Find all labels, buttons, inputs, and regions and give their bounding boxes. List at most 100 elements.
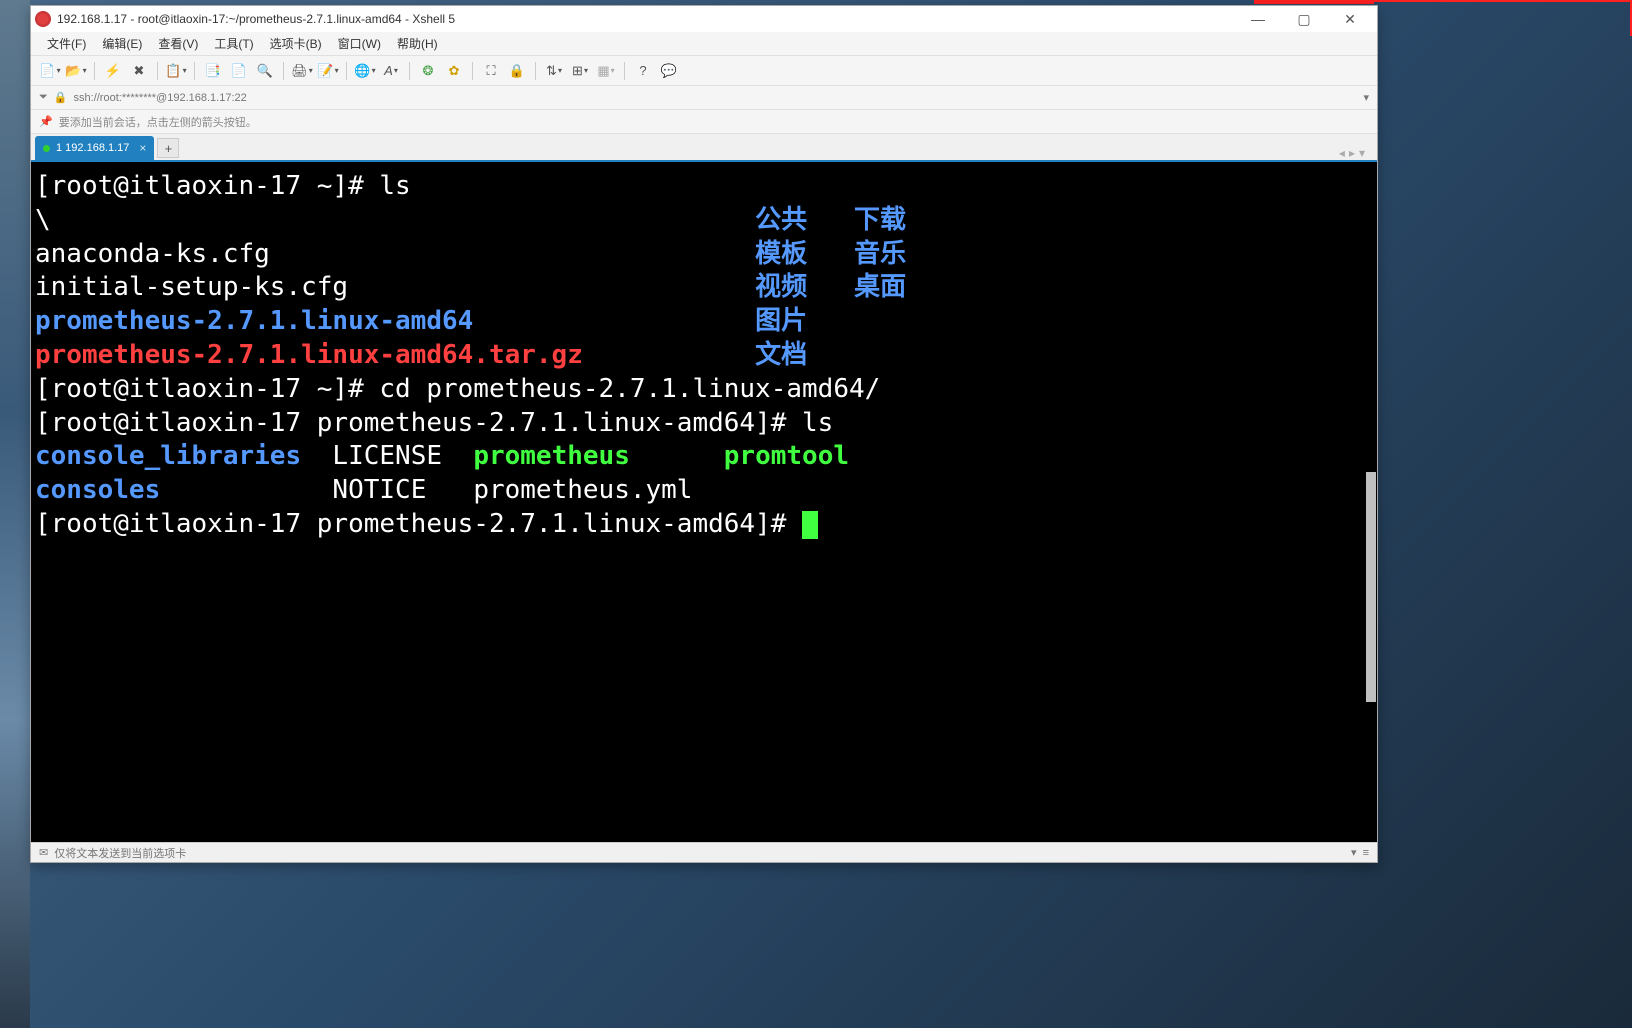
prompt: [root@itlaoxin-17 prometheus-2.7.1.linux…: [35, 509, 802, 539]
prompt: [root@itlaoxin-17 ~]#: [35, 374, 379, 404]
feedback-button[interactable]: 💬: [658, 60, 680, 82]
ls-dir-template: 模板: [755, 239, 807, 269]
transfer-button[interactable]: ⇅: [543, 60, 565, 82]
paste-button[interactable]: 📄: [228, 60, 250, 82]
lock-button[interactable]: 🔒: [506, 60, 528, 82]
window-controls: — ▢ ✕: [1235, 6, 1373, 32]
log-button[interactable]: 📝: [317, 60, 339, 82]
toolbar-sep: [283, 62, 284, 80]
toolbar-sep: [194, 62, 195, 80]
disconnect-button[interactable]: ✖: [128, 60, 150, 82]
ls2-notice: NOTICE: [332, 475, 426, 505]
new-tab-button[interactable]: +: [157, 138, 179, 158]
pin-icon[interactable]: 📌: [39, 115, 53, 128]
highlight-button[interactable]: ✿: [443, 60, 465, 82]
find-button[interactable]: 🔍: [254, 60, 276, 82]
ls2-consoles: consoles: [35, 475, 160, 505]
terminal-area[interactable]: [root@itlaoxin-17 ~]# ls \ 公共 下载 anacond…: [31, 162, 1377, 842]
ls2-license: LICENSE: [332, 441, 442, 471]
hint-text: 要添加当前会话，点击左侧的箭头按钮。: [59, 114, 257, 130]
font-button[interactable]: A: [380, 60, 402, 82]
toolbar-sep: [472, 62, 473, 80]
menu-help[interactable]: 帮助(H): [389, 33, 446, 54]
tabbar-nav: ◂ ▸ ▾: [1339, 146, 1373, 160]
maximize-button[interactable]: ▢: [1281, 6, 1327, 32]
prompt: [root@itlaoxin-17 ~]#: [35, 171, 379, 201]
highlight-overlay-2: [1374, 0, 1632, 36]
menu-tabs[interactable]: 选项卡(B): [262, 33, 330, 54]
open-session-button[interactable]: 📂: [65, 60, 87, 82]
address-text[interactable]: ssh://root:********@192.168.1.17:22: [74, 92, 247, 104]
new-session-button[interactable]: 📄: [39, 60, 61, 82]
tab-next-icon[interactable]: ▸: [1349, 146, 1355, 160]
toolbar-sep: [157, 62, 158, 80]
ls-backslash: \: [35, 205, 51, 235]
close-button[interactable]: ✕: [1327, 6, 1373, 32]
statusbar-menu-icon[interactable]: ▾: [1351, 846, 1357, 859]
ls2-promyml: prometheus.yml: [473, 475, 692, 505]
statusbar-icon: ✉: [39, 846, 48, 859]
session-tab[interactable]: 1 192.168.1.17 ×: [35, 136, 154, 160]
toolbar: 📄 📂 ⚡ ✖ 📋 📑 📄 🔍 🖨 📝 🌐 A ❂ ✿ ⛶ 🔒 ⇅ ⊞ ▦ ? …: [31, 56, 1377, 86]
ls-dir-public: 公共: [755, 205, 807, 235]
lock-icon: 🔒: [54, 91, 68, 104]
ls-dir-document: 文档: [755, 340, 807, 370]
tab-label: 1 192.168.1.17: [56, 142, 129, 154]
tab-close-icon[interactable]: ×: [139, 141, 146, 155]
ls-dir-desktop: 桌面: [854, 272, 906, 302]
tab-list-icon[interactable]: ▾: [1359, 146, 1365, 160]
status-dot-icon: [43, 145, 50, 152]
ls2-prometheus: prometheus: [473, 441, 630, 471]
toolbar-sep: [94, 62, 95, 80]
prompt: [root@itlaoxin-17 prometheus-2.7.1.linux…: [35, 408, 802, 438]
ls-initial: initial-setup-ks.cfg: [35, 272, 348, 302]
ls-promtar: prometheus-2.7.1.linux-amd64.tar.gz: [35, 340, 583, 370]
copy-button[interactable]: 📑: [202, 60, 224, 82]
print-button[interactable]: 🖨: [291, 60, 313, 82]
hint-bar: 📌 要添加当前会话，点击左侧的箭头按钮。: [31, 110, 1377, 134]
ls-dir-music: 音乐: [854, 239, 906, 269]
cmd-ls2: ls: [802, 408, 833, 438]
colors-button[interactable]: ❂: [417, 60, 439, 82]
cmd-ls: ls: [379, 171, 410, 201]
addr-dropdown-icon[interactable]: ▾: [1363, 91, 1369, 104]
globe-button[interactable]: 🌐: [354, 60, 376, 82]
cmd-cd: cd prometheus-2.7.1.linux-amd64/: [379, 374, 880, 404]
menu-window[interactable]: 窗口(W): [330, 33, 389, 54]
toolbar-sep: [535, 62, 536, 80]
window-title: 192.168.1.17 - root@itlaoxin-17:~/promet…: [57, 12, 1235, 26]
menu-edit[interactable]: 编辑(E): [94, 33, 150, 54]
ls-dir-video: 视频: [755, 272, 807, 302]
help-button[interactable]: ?: [632, 60, 654, 82]
ls2-promtool: promtool: [724, 441, 849, 471]
desktop-wallpaper: [0, 0, 30, 1028]
menu-file[interactable]: 文件(F): [39, 33, 94, 54]
app-icon: [35, 11, 51, 27]
toolbar-sep: [624, 62, 625, 80]
arrange-button[interactable]: ▦: [595, 60, 617, 82]
statusbar-grip-icon: ≡: [1363, 847, 1369, 859]
menubar: 文件(F) 编辑(E) 查看(V) 工具(T) 选项卡(B) 窗口(W) 帮助(…: [31, 32, 1377, 56]
ls-promdir: prometheus-2.7.1.linux-amd64: [35, 306, 473, 336]
statusbar-text: 仅将文本发送到当前选项卡: [54, 845, 186, 861]
scrollbar-thumb[interactable]: [1366, 472, 1376, 702]
reconnect-button[interactable]: ⚡: [102, 60, 124, 82]
fullscreen-button[interactable]: ⛶: [480, 60, 502, 82]
toolbar-sep: [346, 62, 347, 80]
properties-button[interactable]: 📋: [165, 60, 187, 82]
tab-prev-icon[interactable]: ◂: [1339, 146, 1345, 160]
minimize-button[interactable]: —: [1235, 6, 1281, 32]
ls-anaconda: anaconda-ks.cfg: [35, 239, 270, 269]
ls2-console-lib: console_libraries: [35, 441, 301, 471]
ls-dir-picture: 图片: [755, 306, 807, 336]
menu-view[interactable]: 查看(V): [150, 33, 206, 54]
address-bar: ⏷ 🔒 ssh://root:********@192.168.1.17:22 …: [31, 86, 1377, 110]
status-bar: ✉ 仅将文本发送到当前选项卡 ▾ ≡: [31, 842, 1377, 862]
xftp-button[interactable]: ⊞: [569, 60, 591, 82]
terminal-cursor: [802, 511, 818, 539]
menu-tools[interactable]: 工具(T): [206, 33, 261, 54]
highlight-overlay: [1254, 0, 1374, 4]
xshell-window: 192.168.1.17 - root@itlaoxin-17:~/promet…: [30, 5, 1378, 863]
dropdown-icon[interactable]: ⏷: [39, 91, 48, 104]
tab-bar: 1 192.168.1.17 × + ◂ ▸ ▾: [31, 134, 1377, 162]
